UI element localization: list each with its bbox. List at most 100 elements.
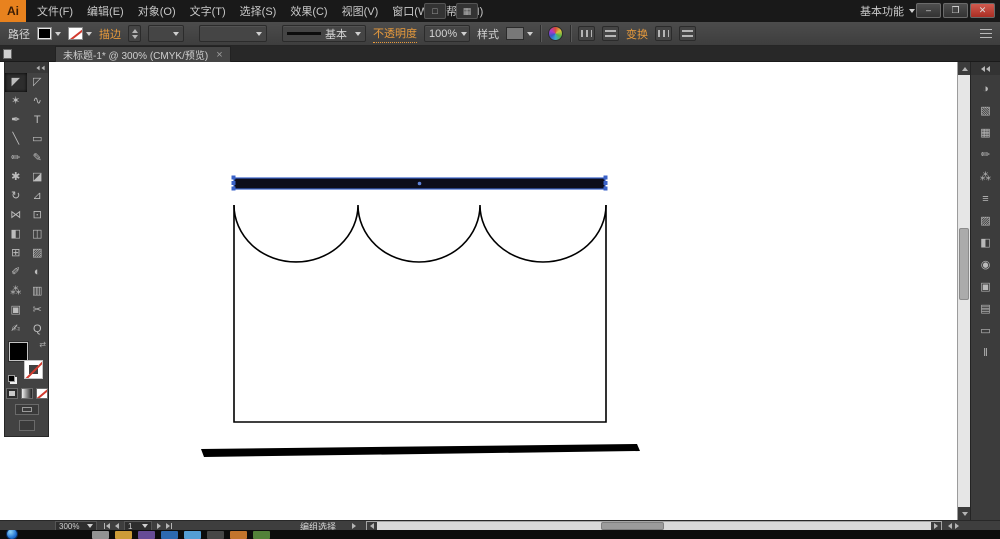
menu-item-file[interactable]: 文件(F): [30, 0, 80, 22]
tool-pen[interactable]: ✒: [5, 111, 27, 130]
tool-shape-builder[interactable]: ◧: [5, 225, 27, 244]
tool-selection[interactable]: ◤: [5, 73, 27, 92]
tool-free-transform[interactable]: ⊡: [27, 206, 49, 225]
tool-rectangle[interactable]: ▭: [27, 130, 49, 149]
tool-column-graph[interactable]: ▥: [27, 282, 49, 301]
drawing-mode-button[interactable]: [15, 404, 39, 415]
restore-button[interactable]: ❐: [943, 3, 968, 18]
selection-center-anchor[interactable]: [418, 182, 422, 186]
taskbar-app-2[interactable]: [115, 531, 132, 539]
vertical-scroll-thumb[interactable]: [959, 228, 969, 300]
curtain-scallops-path[interactable]: [234, 205, 606, 262]
panel-icon-layers[interactable]: ▤: [977, 302, 995, 317]
menu-item-effect[interactable]: 效果(C): [283, 0, 334, 22]
panel-icon-transparency[interactable]: ◧: [977, 236, 995, 251]
stroke-color-box[interactable]: [24, 360, 43, 379]
selected-bar-object[interactable]: [232, 176, 608, 191]
next-artboard-button[interactable]: [157, 523, 161, 529]
fill-color-box[interactable]: [9, 342, 28, 361]
tool-magic-wand[interactable]: ✶: [5, 92, 27, 111]
previous-artboard-button[interactable]: [115, 523, 119, 529]
swap-fill-stroke-icon[interactable]: ⇄: [39, 340, 46, 349]
color-button[interactable]: [6, 388, 18, 399]
curtain-shape-object[interactable]: [234, 205, 606, 422]
tool-slice[interactable]: ✂: [27, 301, 49, 320]
panel-icon-graphic-styles[interactable]: ▣: [977, 280, 995, 295]
tool-type[interactable]: T: [27, 111, 49, 130]
fill-color-picker[interactable]: [37, 27, 61, 40]
stroke-label[interactable]: 描边: [99, 26, 121, 42]
align-objects-icon[interactable]: [578, 26, 595, 41]
status-options-icon[interactable]: [352, 523, 356, 529]
tool-blend[interactable]: ◐: [27, 263, 49, 282]
tool-scale[interactable]: ⊿: [27, 187, 49, 206]
panel-icon-brushes[interactable]: ✏: [977, 148, 995, 163]
more-options-icon[interactable]: [679, 26, 696, 41]
style-picker[interactable]: [506, 27, 533, 40]
panel-icon-gradient[interactable]: ▨: [977, 214, 995, 229]
arrow-left-icon[interactable]: [948, 523, 952, 529]
panel-menu-icon[interactable]: [980, 29, 992, 38]
tool-lasso[interactable]: ∿: [27, 92, 49, 111]
taskbar-app-7[interactable]: [230, 531, 247, 539]
horizontal-scroll-thumb[interactable]: [601, 522, 664, 530]
curtain-sides-path[interactable]: [234, 205, 606, 422]
tool-pencil[interactable]: ✎: [27, 149, 49, 168]
windows-start-button[interactable]: [6, 530, 18, 539]
arrange-documents-icon[interactable]: ▦: [456, 3, 478, 19]
gradient-button[interactable]: [21, 388, 33, 399]
tool-paintbrush[interactable]: ✏: [5, 149, 27, 168]
distribute-objects-icon[interactable]: [602, 26, 619, 41]
stroke-weight-stepper[interactable]: [128, 25, 141, 42]
taskbar-app-3[interactable]: [138, 531, 155, 539]
panel-icon-color-guide[interactable]: ▧: [977, 104, 995, 119]
taskbar-app-8[interactable]: [253, 531, 270, 539]
menu-item-type[interactable]: 文字(T): [183, 0, 233, 22]
document-tab[interactable]: 未标题-1* @ 300% (CMYK/预览) ×: [55, 46, 231, 62]
close-button[interactable]: ✕: [970, 3, 995, 18]
tool-symbol-sprayer[interactable]: ⁂: [5, 282, 27, 301]
tool-mesh[interactable]: ⊞: [5, 244, 27, 263]
opacity-dropdown[interactable]: 100%: [424, 25, 470, 42]
menu-item-edit[interactable]: 编辑(E): [80, 0, 131, 22]
tool-blob-brush[interactable]: ✱: [5, 168, 27, 187]
panel-icon-color[interactable]: ◑: [977, 82, 995, 97]
tool-perspective-grid[interactable]: ◫: [27, 225, 49, 244]
taskbar-app-5[interactable]: [184, 531, 201, 539]
vertical-scrollbar[interactable]: [957, 62, 970, 520]
workspace-switcher[interactable]: 基本功能: [860, 0, 915, 22]
brush-definition-dropdown[interactable]: 基本: [282, 25, 366, 42]
bridge-icon[interactable]: □: [424, 3, 446, 19]
scroll-right-button[interactable]: [931, 522, 941, 530]
transform-label[interactable]: 变换: [626, 26, 648, 42]
expand-panels-button[interactable]: [971, 62, 1000, 75]
tool-artboard[interactable]: ▣: [5, 301, 27, 320]
panel-icon-swatches[interactable]: ▦: [977, 126, 995, 141]
menu-item-select[interactable]: 选择(S): [233, 0, 284, 22]
first-artboard-button[interactable]: [104, 523, 110, 529]
screen-mode-button[interactable]: [19, 420, 35, 431]
tools-panel-header[interactable]: [5, 62, 48, 73]
opacity-label[interactable]: 不透明度: [373, 25, 417, 43]
recolor-artwork-icon[interactable]: [548, 26, 563, 41]
panel-icon-appearance[interactable]: ◉: [977, 258, 995, 273]
default-fill-stroke-icon[interactable]: [8, 375, 15, 382]
tool-gradient[interactable]: ▨: [27, 244, 49, 263]
tools-panel-toggle-icon[interactable]: [3, 49, 12, 59]
minimize-button[interactable]: –: [916, 3, 941, 18]
tool-rotate[interactable]: ↻: [5, 187, 27, 206]
panel-icon-stroke[interactable]: ≡: [977, 192, 995, 207]
taskbar-app-4[interactable]: [161, 531, 178, 539]
menu-item-object[interactable]: 对象(O): [131, 0, 183, 22]
artboard-canvas[interactable]: [0, 62, 957, 520]
tool-eraser[interactable]: ◪: [27, 168, 49, 187]
close-tab-icon[interactable]: ×: [216, 49, 222, 61]
menu-item-view[interactable]: 视图(V): [335, 0, 386, 22]
panel-icon-align[interactable]: ‖: [977, 346, 995, 361]
arrow-right-icon[interactable]: [955, 523, 959, 529]
tool-zoom[interactable]: Q: [27, 320, 49, 339]
last-artboard-button[interactable]: [166, 523, 172, 529]
tool-eyedropper[interactable]: ✐: [5, 263, 27, 282]
stroke-color-picker[interactable]: [68, 27, 92, 40]
tool-width[interactable]: ⋈: [5, 206, 27, 225]
